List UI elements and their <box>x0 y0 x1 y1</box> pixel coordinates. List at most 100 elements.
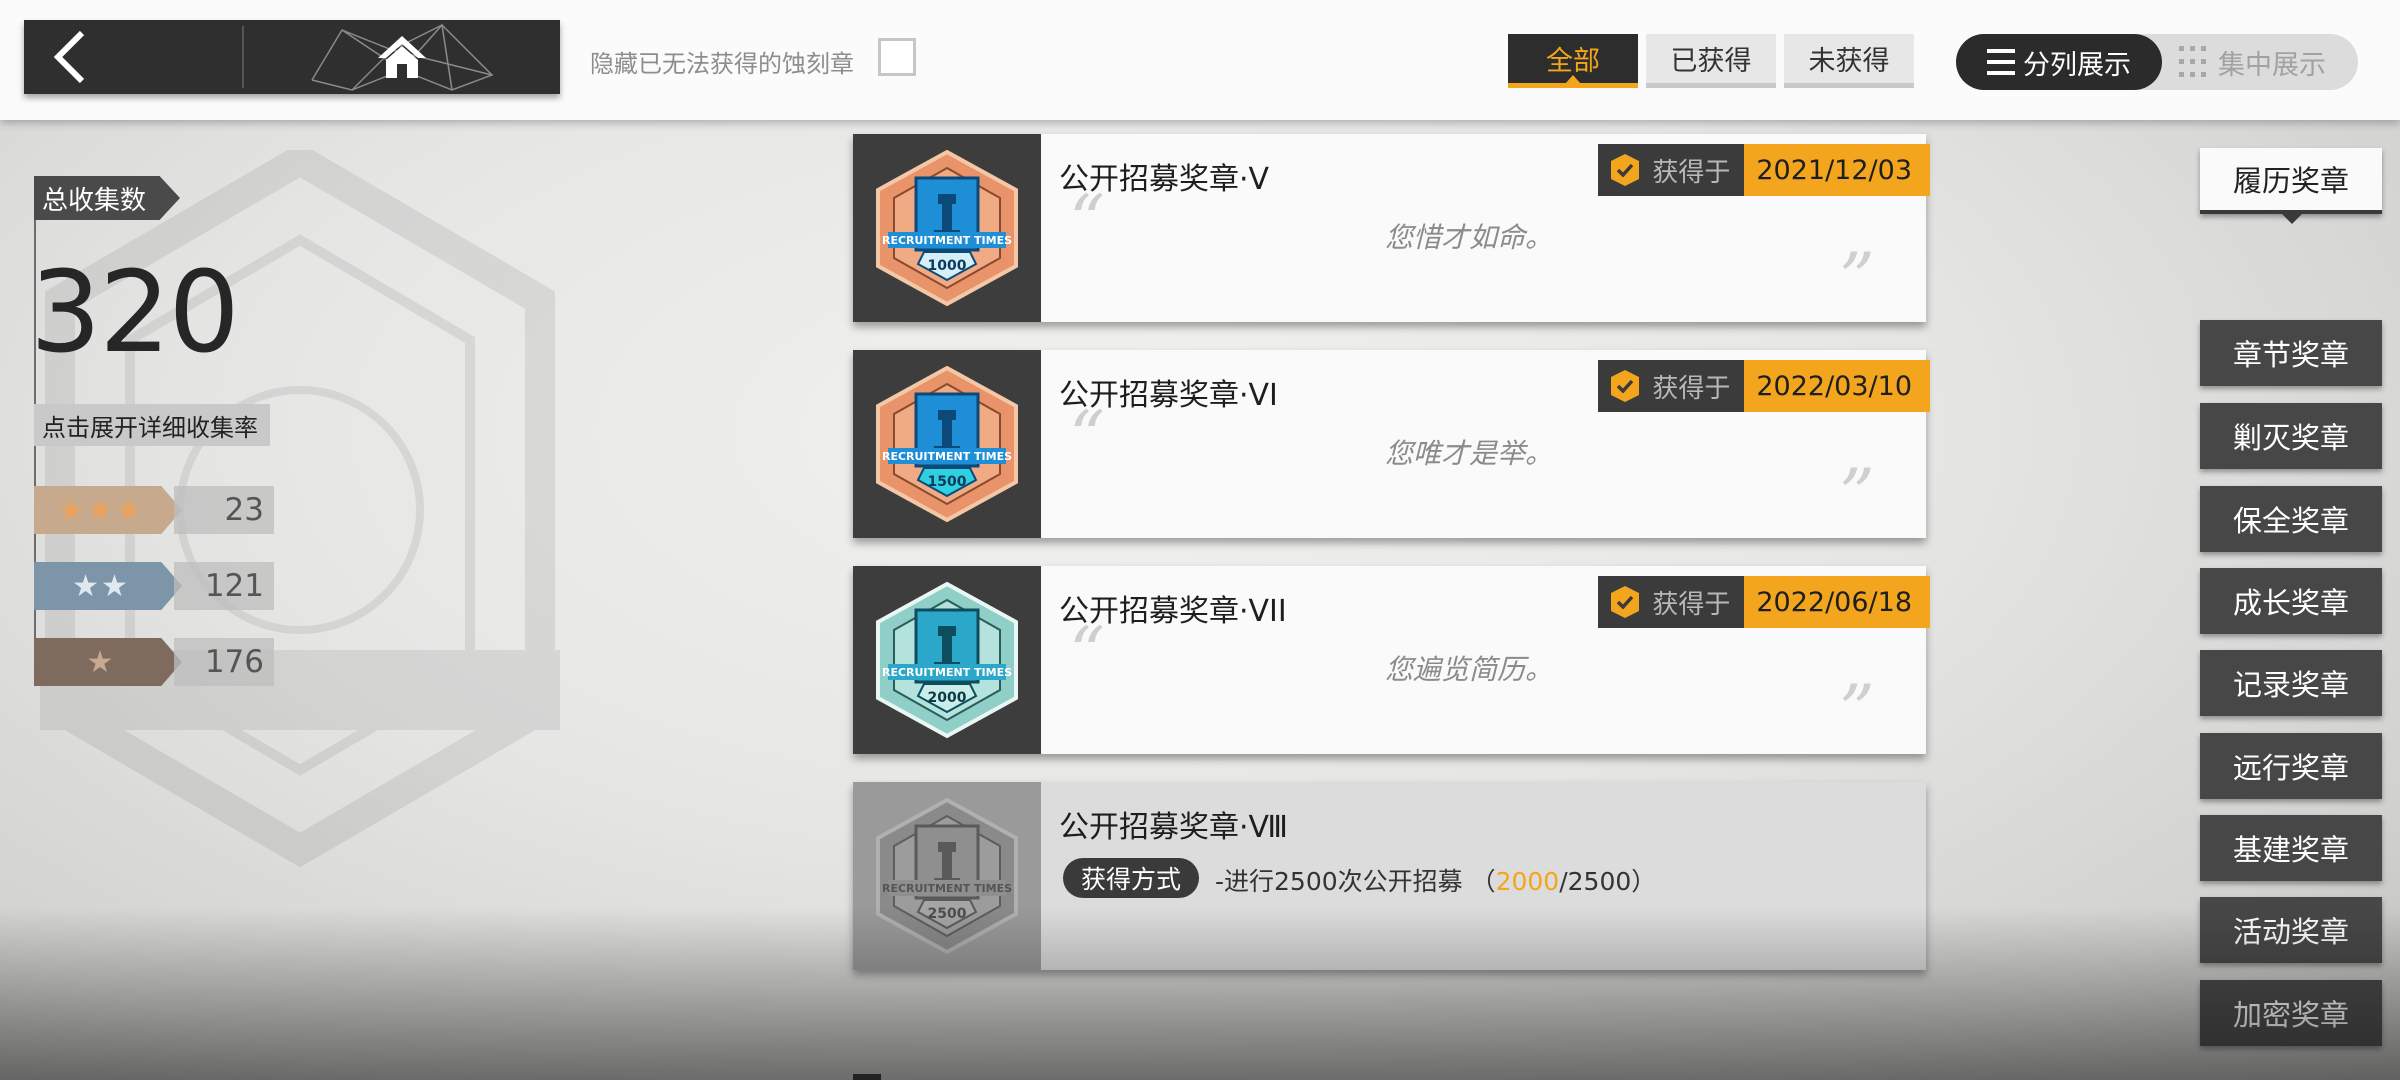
obtained-date-badge: 获得于 2022/06/18 <box>1598 576 1930 628</box>
filter-tab-label: 已获得 <box>1670 46 1752 77</box>
category-label: 章节奖章 <box>2232 338 2349 372</box>
category-tab-growth[interactable]: 成长奖章 <box>2200 568 2382 634</box>
medal-icon-container: RECRUITMENT TIMES 2500 <box>853 782 1041 970</box>
acquire-requirement: -进行2500次公开招募 （ <box>1215 867 1496 896</box>
filter-tab-obtained[interactable]: 已获得 <box>1646 34 1776 88</box>
medal-banner-text: RECRUITMENT TIMES <box>882 882 1012 895</box>
rarity-3star-row: ★★★ 23 <box>34 486 274 534</box>
rarity-1star-row: ★ 176 <box>34 638 274 686</box>
checkmark-icon <box>1611 154 1640 186</box>
home-icon <box>378 36 426 78</box>
view-grouped-label: 集中展示 <box>2218 49 2326 81</box>
filter-tab-label: 全部 <box>1546 46 1600 77</box>
scroll-indicator <box>853 1074 881 1080</box>
category-tab-encrypted[interactable]: 加密奖章 <box>2200 980 2382 1046</box>
category-label: 记录奖章 <box>2232 668 2349 702</box>
category-tab-chapter[interactable]: 章节奖章 <box>2200 320 2382 386</box>
total-collected-count: 320 <box>30 248 240 378</box>
view-split-button[interactable]: 分列展示 <box>1956 34 2162 90</box>
view-mode-toggle: 分列展示 集中展示 <box>1956 34 2358 90</box>
rarity-count: 23 <box>174 486 274 534</box>
medal-card[interactable]: RECRUITMENT TIMES 1000 公开招募奖章·V 获得于 2021… <box>853 134 1930 322</box>
view-split-label: 分列展示 <box>2023 49 2131 81</box>
medal-quote: 您遍览简历。 <box>1384 653 1553 686</box>
medal-count-text: 2500 <box>928 906 967 922</box>
obtained-date: 2021/12/03 <box>1744 144 1930 196</box>
total-collected-tag: 总收集数 <box>34 176 180 220</box>
acquire-method-pill: 获得方式 <box>1063 858 1200 898</box>
category-label: 加密奖章 <box>2232 998 2349 1032</box>
category-tab-resume[interactable]: 履历奖章 <box>2200 148 2382 224</box>
category-tab-security[interactable]: 保全奖章 <box>2200 486 2382 552</box>
medal-quote: 您惜才如命。 <box>1384 221 1553 254</box>
acquire-progress: 2000 <box>1495 867 1560 896</box>
category-label: 成长奖章 <box>2232 586 2349 620</box>
back-button[interactable] <box>24 20 242 94</box>
obtained-label: 获得于 <box>1598 144 1745 196</box>
recruitment-medal-teal-icon: RECRUITMENT TIMES 2000 <box>876 581 1018 739</box>
hide-unobtainable-label: 隐藏已无法获得的蚀刻章 <box>590 50 854 78</box>
obtained-date: 2022/06/18 <box>1744 576 1930 628</box>
two-star-icon: ★★ <box>34 562 182 610</box>
obtained-date-badge: 获得于 2021/12/03 <box>1598 144 1930 196</box>
medal-banner-text: RECRUITMENT TIMES <box>882 450 1012 463</box>
medal-icon-container: RECRUITMENT TIMES 2000 <box>853 566 1041 754</box>
obtained-text: 获得于 <box>1652 589 1731 620</box>
medal-count-text: 1000 <box>928 258 967 274</box>
medal-count-text: 2000 <box>928 690 967 706</box>
category-tab-annihilation[interactable]: 剿灭奖章 <box>2200 403 2382 469</box>
category-label: 剿灭奖章 <box>2232 421 2349 455</box>
category-label: 履历奖章 <box>2232 164 2349 198</box>
obtained-text: 获得于 <box>1652 157 1731 188</box>
recruitment-medal-orange-icon: RECRUITMENT TIMES 1000 <box>876 149 1018 307</box>
active-indicator <box>2282 214 2302 224</box>
acquire-method-text: -进行2500次公开招募 （2000/2500） <box>1215 862 1656 898</box>
three-star-icon: ★★★ <box>34 486 182 534</box>
expand-collection-rate-link[interactable]: 点击展开详细收集率 <box>34 404 270 446</box>
medal-icon-container: RECRUITMENT TIMES 1500 <box>853 350 1041 538</box>
active-indicator <box>1565 75 1581 84</box>
category-label: 活动奖章 <box>2232 915 2349 949</box>
filter-tab-all[interactable]: 全部 <box>1508 34 1638 88</box>
medal-card-locked[interactable]: RECRUITMENT TIMES 2500 公开招募奖章·Ⅷ 获得方式 -进行… <box>853 782 1926 970</box>
recruitment-medal-orange-icon: RECRUITMENT TIMES 1500 <box>876 365 1018 523</box>
close-quote-icon: ” <box>1839 670 1875 752</box>
grid-dots-icon <box>2179 46 2206 77</box>
obtained-date: 2022/03/10 <box>1744 360 1930 412</box>
medal-count-text: 1500 <box>928 474 967 490</box>
medal-icon-container: RECRUITMENT TIMES 1000 <box>853 134 1041 322</box>
home-button[interactable] <box>244 20 560 94</box>
list-icon <box>1987 49 2015 75</box>
checkmark-icon <box>1611 370 1640 402</box>
obtained-text: 获得于 <box>1652 373 1731 404</box>
obtained-date-badge: 获得于 2022/03/10 <box>1598 360 1930 412</box>
rarity-count: 121 <box>174 562 274 610</box>
category-tab-record[interactable]: 记录奖章 <box>2200 650 2382 716</box>
medal-quote: 您唯才是举。 <box>1384 437 1553 470</box>
obtained-label: 获得于 <box>1598 360 1745 412</box>
filter-tab-label: 未获得 <box>1808 46 1890 77</box>
category-label: 远行奖章 <box>2232 751 2349 785</box>
category-tab-event[interactable]: 活动奖章 <box>2200 897 2382 963</box>
checkmark-icon <box>1611 586 1640 618</box>
medal-card[interactable]: RECRUITMENT TIMES 2000 公开招募奖章·VII 获得于 20… <box>853 566 1930 754</box>
hide-unobtainable-checkbox[interactable] <box>878 38 916 76</box>
close-quote-icon: ” <box>1839 454 1875 536</box>
category-tab-expedition[interactable]: 远行奖章 <box>2200 733 2382 799</box>
rarity-2star-row: ★★ 121 <box>34 562 274 610</box>
rarity-count: 176 <box>174 638 274 686</box>
back-arrow-icon <box>53 30 85 84</box>
category-label: 保全奖章 <box>2232 504 2349 538</box>
medal-card[interactable]: RECRUITMENT TIMES 1500 公开招募奖章·VI 获得于 202… <box>853 350 1930 538</box>
close-quote-icon: ” <box>1839 238 1875 320</box>
category-tab-base[interactable]: 基建奖章 <box>2200 815 2382 881</box>
medal-title: 公开招募奖章·Ⅷ <box>1059 810 1289 845</box>
filter-tab-unobtained[interactable]: 未获得 <box>1784 34 1914 88</box>
medal-banner-text: RECRUITMENT TIMES <box>882 234 1012 247</box>
top-bar: 隐藏已无法获得的蚀刻章 全部 已获得 未获得 分列展示 集中展示 <box>0 0 2400 120</box>
recruitment-medal-locked-icon: RECRUITMENT TIMES 2500 <box>876 797 1018 955</box>
one-star-icon: ★ <box>34 638 182 686</box>
category-label: 基建奖章 <box>2232 833 2349 867</box>
medal-banner-text: RECRUITMENT TIMES <box>882 666 1012 679</box>
view-grouped-button[interactable]: 集中展示 <box>2178 34 2326 90</box>
